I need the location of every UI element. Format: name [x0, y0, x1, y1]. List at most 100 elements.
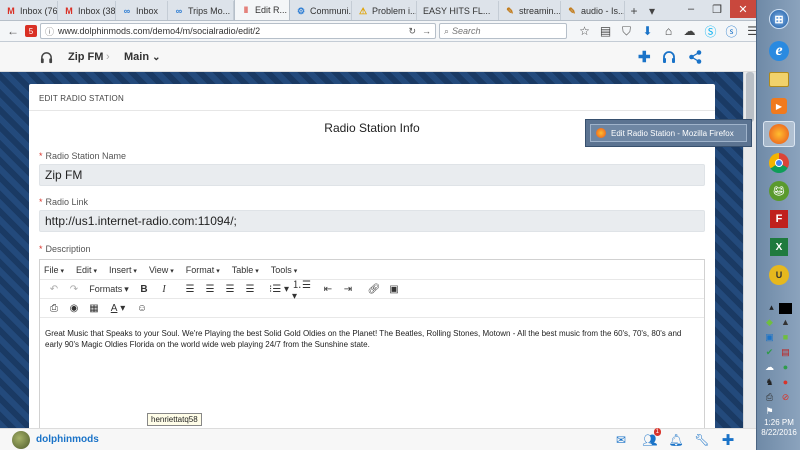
- tray-update-icon[interactable]: ■: [779, 332, 792, 343]
- radio-link-field[interactable]: http://us1.internet-radio.com:11094/;: [39, 210, 705, 232]
- browser-tab[interactable]: M Inbox (76...: [0, 1, 58, 20]
- browser-tab[interactable]: M Inbox (38...: [58, 1, 116, 20]
- tray-app-icon[interactable]: ▲: [779, 317, 792, 328]
- skype-icon[interactable]: Ⓢ: [700, 22, 721, 40]
- username[interactable]: dolphinmods: [36, 434, 99, 445]
- formats-dropdown[interactable]: Formats ▾: [84, 281, 134, 298]
- editor-menu-table[interactable]: Table ▾: [232, 265, 259, 275]
- add-icon[interactable]: ✚: [718, 429, 738, 450]
- bold-icon[interactable]: B: [134, 281, 154, 298]
- editor-menu-format[interactable]: Format ▾: [186, 265, 220, 275]
- friends-icon[interactable]: 👥︎ 1: [640, 428, 661, 450]
- tray-up-arrow-icon[interactable]: ▴: [765, 302, 778, 313]
- editor-menu-file[interactable]: File ▾: [44, 265, 64, 275]
- wrench-icon[interactable]: 🔧︎: [692, 429, 712, 450]
- close-icon[interactable]: ✕: [730, 0, 756, 18]
- browser-tab[interactable]: ‖ Edit R...: [234, 0, 290, 20]
- taskbar-preview-popup[interactable]: Edit Radio Station - Mozilla Firefox: [585, 119, 752, 147]
- pocket-icon[interactable]: ⛉: [616, 22, 637, 40]
- headphones-icon[interactable]: [40, 42, 53, 72]
- mail-icon[interactable]: ✉: [611, 429, 631, 450]
- headphones-icon[interactable]: [662, 42, 676, 72]
- link-icon[interactable]: 🔗︎: [364, 281, 384, 298]
- image-icon[interactable]: ▣: [384, 281, 404, 298]
- emoticon-icon[interactable]: ☺: [132, 300, 152, 317]
- align-justify-icon[interactable]: ☰: [240, 281, 260, 298]
- tray-pdf-icon[interactable]: ▤: [779, 347, 792, 358]
- tray-flag-icon[interactable]: ⚑: [763, 406, 776, 417]
- indent-icon[interactable]: ⇥: [338, 281, 358, 298]
- align-left-icon[interactable]: ☰: [180, 281, 200, 298]
- editor-content[interactable]: Great Music that Speaks to your Soul. We…: [40, 318, 704, 360]
- browser-tab[interactable]: ✎ audio - Is...: [561, 1, 625, 20]
- addon-icon[interactable]: ⓢ: [721, 22, 742, 40]
- tray-cloud-icon[interactable]: ☁: [763, 362, 776, 373]
- chrome-icon[interactable]: [763, 150, 795, 176]
- media-player-icon[interactable]: ▶: [763, 93, 795, 119]
- tab-list-icon[interactable]: ▾: [643, 1, 661, 20]
- file-explorer-icon[interactable]: [763, 66, 795, 92]
- reload-icon[interactable]: ↻: [408, 26, 416, 37]
- add-icon[interactable]: ✚: [638, 42, 651, 72]
- browser-tab[interactable]: ✎ streamin...: [499, 1, 561, 20]
- avatar[interactable]: [12, 431, 30, 449]
- italic-icon[interactable]: I: [154, 281, 174, 298]
- tray-security-icon[interactable]: ◆: [763, 317, 776, 328]
- browser-tab[interactable]: EASY HITS FL...: [417, 1, 499, 20]
- go-arrow-icon[interactable]: →: [422, 26, 431, 36]
- ultraedit-icon[interactable]: U: [763, 262, 795, 288]
- redo-icon[interactable]: ↷: [64, 281, 84, 298]
- restore-icon[interactable]: ❐: [704, 0, 730, 18]
- tray-green-icon[interactable]: ●: [779, 362, 792, 373]
- bookmark-star-icon[interactable]: ☆: [574, 22, 595, 40]
- browser-tab[interactable]: ∞ Trips Mo...: [168, 1, 234, 20]
- tray-no-icon[interactable]: ⊘: [779, 392, 792, 403]
- new-tab-icon[interactable]: +: [625, 1, 643, 20]
- clock[interactable]: 1:26 PM 8/22/2016: [757, 418, 800, 438]
- tray-red-icon[interactable]: ●: [779, 377, 792, 388]
- print-icon[interactable]: ⎙: [44, 300, 64, 317]
- chat-icon[interactable]: ☁: [679, 22, 700, 40]
- tray-cat-icon[interactable]: ♞: [763, 377, 776, 388]
- tray-check-icon[interactable]: ✔: [763, 347, 776, 358]
- tray-printer-icon[interactable]: ⎙: [763, 392, 776, 403]
- tray-network-icon[interactable]: ▣: [763, 332, 776, 343]
- search-bar[interactable]: ⌕: [439, 23, 567, 39]
- tray-display-icon[interactable]: [779, 303, 792, 314]
- browser-tab[interactable]: ∞ Inbox: [116, 1, 168, 20]
- undo-icon[interactable]: ↶: [44, 281, 64, 298]
- url-bar[interactable]: ⓘ www.dolphinmods.com/demo4/m/socialradi…: [40, 23, 436, 39]
- back-icon[interactable]: ←: [4, 22, 22, 40]
- search-input[interactable]: [452, 26, 553, 36]
- download-icon[interactable]: ⬇: [637, 22, 658, 40]
- info-icon[interactable]: ⓘ: [45, 25, 54, 38]
- station-name[interactable]: Zip FM: [68, 42, 103, 72]
- preview-icon[interactable]: ◉: [64, 300, 84, 317]
- start-button[interactable]: ⊞: [763, 6, 795, 32]
- minimize-icon[interactable]: –: [678, 0, 704, 18]
- editor-menu-edit[interactable]: Edit ▾: [76, 265, 97, 275]
- align-center-icon[interactable]: ☰: [200, 281, 220, 298]
- station-name-field[interactable]: Zip FM: [39, 164, 705, 186]
- filezilla-icon[interactable]: F: [763, 206, 795, 232]
- numbered-list-icon[interactable]: ⒈☰ ▾: [292, 280, 318, 302]
- align-right-icon[interactable]: ☰: [220, 281, 240, 298]
- firefox-taskbar-icon[interactable]: [763, 121, 795, 147]
- media-icon[interactable]: ▦: [84, 300, 104, 317]
- editor-menu-insert[interactable]: Insert ▾: [109, 265, 137, 275]
- site-identity-icon[interactable]: 5: [22, 22, 40, 40]
- scrollbar-thumb[interactable]: [746, 72, 754, 122]
- text-color-icon[interactable]: A ▾: [104, 300, 132, 317]
- internet-explorer-icon[interactable]: e: [763, 38, 795, 64]
- frog-app-icon[interactable]: 🐸︎: [763, 178, 795, 204]
- share-icon[interactable]: [689, 42, 702, 72]
- outdent-icon[interactable]: ⇤: [318, 281, 338, 298]
- home-icon[interactable]: ⌂: [658, 22, 679, 40]
- editor-menu-tools[interactable]: Tools ▾: [271, 265, 297, 275]
- excel-icon[interactable]: X: [763, 234, 795, 260]
- editor-menu-view[interactable]: View ▾: [149, 265, 174, 275]
- bullet-list-icon[interactable]: ⁝☰ ▾: [266, 281, 292, 298]
- browser-tab[interactable]: ⚙ Communi...: [290, 1, 352, 20]
- main-menu-dropdown[interactable]: Main ⌄: [124, 42, 160, 72]
- bell-icon[interactable]: 🔔︎: [666, 429, 686, 450]
